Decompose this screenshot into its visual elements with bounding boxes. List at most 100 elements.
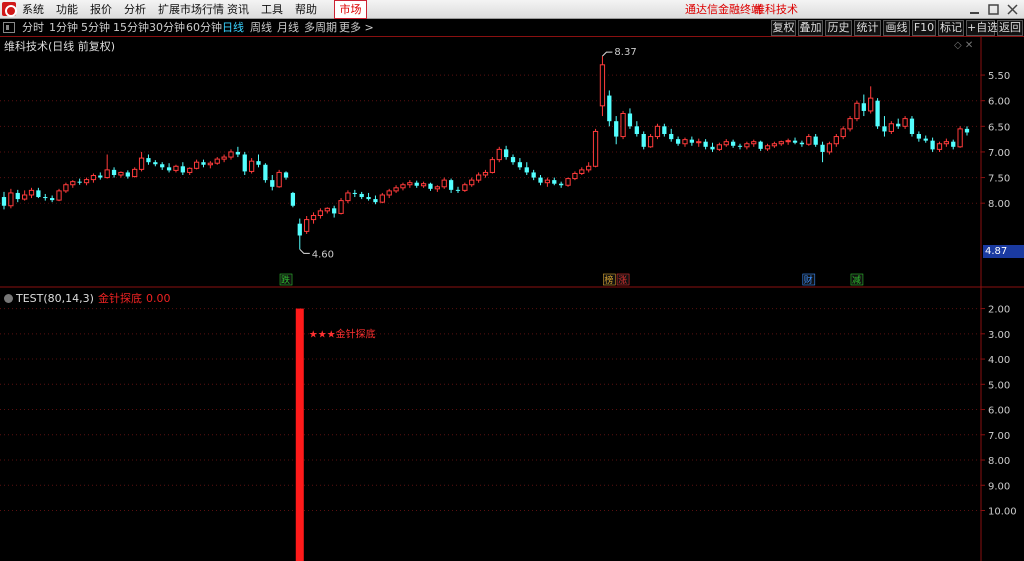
candle: [338, 198, 344, 215]
market-button[interactable]: 市场: [334, 0, 367, 19]
signal-annotation: ★★★金针探底: [309, 328, 376, 341]
candle: [386, 188, 392, 199]
menu-functions[interactable]: 功能: [56, 0, 78, 19]
candle-body: [592, 130, 599, 167]
period-monthly[interactable]: 月线: [277, 19, 299, 37]
price-tick-label: 7.00: [988, 148, 1010, 159]
candle-body: [1, 197, 7, 206]
candle: [840, 126, 846, 140]
candle: [166, 163, 172, 173]
close-icon[interactable]: [1007, 4, 1018, 15]
candle: [764, 143, 771, 151]
period-60min[interactable]: 60分钟: [186, 19, 222, 37]
tool-add-watchlist[interactable]: +自选: [966, 20, 998, 36]
candle: [572, 171, 578, 181]
tool-history[interactable]: 历史: [825, 20, 852, 36]
menu-tools[interactable]: 工具: [261, 0, 283, 19]
event-marker-label: 跌: [281, 275, 290, 286]
candle-body: [352, 192, 357, 194]
maximize-icon[interactable]: [988, 4, 999, 15]
candle: [847, 116, 853, 132]
candle: [524, 162, 529, 175]
candle-body: [56, 190, 62, 201]
tool-mark[interactable]: 标记: [938, 20, 964, 36]
candle: [448, 178, 454, 193]
tool-statistics[interactable]: 统计: [854, 20, 881, 36]
candle: [902, 116, 908, 129]
candle: [441, 177, 447, 189]
candle-body: [132, 168, 138, 178]
candle-body: [820, 144, 825, 152]
candle-body: [888, 123, 894, 132]
candle: [324, 207, 330, 214]
candle: [957, 126, 963, 148]
candle: [662, 123, 667, 137]
menu-analysis[interactable]: 分析: [124, 0, 146, 19]
candle-body: [943, 141, 949, 145]
candle-body: [496, 148, 502, 161]
candle: [332, 205, 337, 218]
menu-quotes[interactable]: 报价: [90, 0, 112, 19]
chart-settings-icon[interactable]: ◇ ✕: [954, 40, 973, 51]
tool-adjust[interactable]: 复权: [771, 20, 796, 36]
minimize-icon[interactable]: [970, 12, 979, 14]
candle: [22, 190, 28, 201]
period-30min[interactable]: 30分钟: [149, 19, 185, 37]
candle-body: [248, 160, 255, 172]
candle: [669, 128, 674, 142]
indicator-signal-value: 0.00: [145, 292, 171, 305]
candle: [771, 141, 778, 148]
candle-body: [840, 128, 846, 138]
candle: [696, 138, 702, 147]
candle-body: [276, 171, 282, 188]
candle: [8, 188, 14, 209]
candle-body: [414, 182, 419, 186]
menu-extended-market[interactable]: 扩展市场行情: [158, 0, 224, 19]
candle-body: [559, 183, 564, 186]
candle: [276, 169, 282, 188]
candle-body: [489, 159, 496, 173]
candle: [951, 139, 956, 150]
candle: [270, 175, 275, 191]
panel-toggle-icon[interactable]: [3, 22, 15, 33]
candle-body: [654, 125, 661, 138]
candle-body: [517, 162, 523, 168]
menu-help[interactable]: 帮助: [295, 0, 317, 19]
candle-body: [565, 178, 571, 186]
period-15min[interactable]: 15分钟: [113, 19, 149, 37]
period-multi[interactable]: 多周期: [304, 19, 337, 37]
period-daily[interactable]: 日线: [222, 19, 244, 37]
period-1min[interactable]: 1分钟: [49, 19, 78, 37]
period-more[interactable]: 更多 >: [339, 19, 374, 37]
candle-body: [806, 136, 812, 145]
indicator-name: TEST(80,14,3): [16, 292, 94, 305]
candle-body: [936, 143, 943, 150]
candle-body: [50, 198, 55, 201]
indicator-title-row: TEST(80,14,3) 金针探底 0.00: [4, 290, 170, 306]
app-brand: 通达信金融终端: [685, 3, 762, 16]
menu-system[interactable]: 系统: [22, 0, 44, 19]
candle-body: [647, 136, 654, 148]
candle-body: [531, 172, 536, 178]
period-weekly[interactable]: 周线: [250, 19, 272, 37]
tool-draw[interactable]: 画线: [883, 20, 910, 36]
candle: [352, 189, 357, 198]
candle-body: [373, 199, 378, 203]
tool-back[interactable]: 返回: [997, 20, 1023, 36]
candle: [221, 154, 227, 163]
candle-body: [538, 177, 543, 183]
period-tick[interactable]: 分时: [22, 19, 44, 37]
candle: [359, 191, 364, 200]
candle-body: [448, 180, 454, 190]
candle-body: [434, 186, 440, 190]
period-5min[interactable]: 5分钟: [81, 19, 110, 37]
indicator-tick-label: 10.00: [988, 507, 1017, 518]
tool-f10[interactable]: F10: [912, 20, 936, 36]
indicator-collapse-icon[interactable]: [4, 294, 13, 303]
candle-body: [235, 151, 241, 155]
menu-news[interactable]: 资讯: [227, 0, 249, 19]
candle: [565, 177, 571, 187]
candle-body: [138, 157, 145, 170]
tool-overlay[interactable]: 叠加: [798, 20, 823, 36]
candle-body: [83, 179, 90, 184]
